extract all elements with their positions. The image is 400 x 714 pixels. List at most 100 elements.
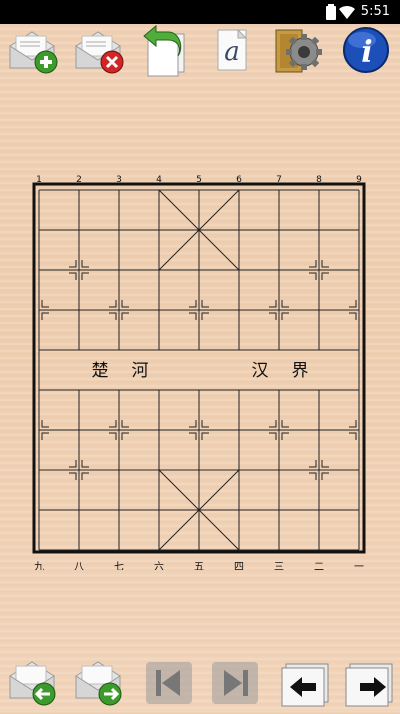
position-mark <box>41 432 49 440</box>
file-label-bottom: 六 <box>154 561 164 570</box>
letter-a-icon: a <box>217 28 248 71</box>
position-mark <box>41 300 49 308</box>
arrow-right-icon <box>345 663 393 707</box>
skip-last-icon <box>212 662 258 704</box>
file-label-bottom: 七 <box>114 561 124 570</box>
close-game-button[interactable] <box>70 24 130 80</box>
file-label-top: 2 <box>76 175 82 185</box>
position-mark <box>281 420 289 428</box>
position-mark <box>81 260 89 268</box>
file-label-top: 9 <box>356 175 362 185</box>
file-label-top: 4 <box>156 175 162 185</box>
top-toolbar: a i <box>0 24 400 80</box>
position-mark <box>201 420 209 428</box>
undo-arrow-icon <box>143 24 185 77</box>
position-mark <box>281 300 289 308</box>
position-mark <box>189 432 197 440</box>
step-back-button[interactable] <box>276 656 336 710</box>
file-label-bottom: 三 <box>274 562 284 570</box>
envelope-x-icon <box>75 31 124 74</box>
skip-first-icon <box>146 662 192 704</box>
file-label-bottom: 二 <box>314 562 324 570</box>
position-mark <box>309 272 317 280</box>
file-label-top: 3 <box>116 175 122 185</box>
position-mark <box>309 460 317 468</box>
envelope-plus-icon <box>9 31 58 74</box>
file-label-top: 6 <box>236 175 242 185</box>
river-label: 汉 <box>252 361 269 381</box>
position-mark <box>41 312 49 320</box>
file-label-bottom: 五 <box>194 562 204 570</box>
position-mark <box>121 312 129 320</box>
position-mark <box>189 300 197 308</box>
position-mark <box>321 460 329 468</box>
position-mark <box>309 260 317 268</box>
position-mark <box>269 420 277 428</box>
file-label-bottom: 九 <box>34 561 44 570</box>
wifi-icon <box>339 5 355 19</box>
arrow-left-icon <box>281 663 329 707</box>
position-mark <box>269 300 277 308</box>
position-mark <box>121 432 129 440</box>
svg-text:a: a <box>224 37 240 67</box>
svg-text:i: i <box>361 35 372 70</box>
board-grid[interactable]: 1 2 3 4 5 6 7 8 9 九 八 七 六 五 四 三 二 一 楚 河 汉 界 <box>0 170 400 570</box>
bottom-toolbar <box>0 656 400 710</box>
position-mark <box>121 420 129 428</box>
file-label-bottom: 四 <box>234 562 244 570</box>
position-mark <box>69 260 77 268</box>
file-label-top: 1 <box>36 175 42 185</box>
first-move-button[interactable] <box>140 656 200 710</box>
font-button[interactable]: a <box>204 24 264 80</box>
status-bar: 5:51 <box>0 0 400 24</box>
battery-icon <box>326 4 336 20</box>
position-mark <box>349 312 357 320</box>
new-game-button[interactable] <box>4 24 64 80</box>
river-label: 界 <box>292 361 309 381</box>
status-time: 5:51 <box>360 4 390 19</box>
file-label-top: 7 <box>276 175 282 185</box>
position-mark <box>121 300 129 308</box>
file-label-bottom: 一 <box>354 562 364 570</box>
envelope-right-arrow-icon <box>75 661 122 706</box>
position-mark <box>321 272 329 280</box>
envelope-left-arrow-icon <box>9 661 56 706</box>
position-mark <box>81 472 89 480</box>
position-mark <box>109 432 117 440</box>
position-mark <box>321 472 329 480</box>
prev-move-button[interactable] <box>4 656 64 710</box>
position-mark <box>69 272 77 280</box>
position-mark <box>309 472 317 480</box>
position-mark <box>269 312 277 320</box>
info-button[interactable]: i <box>336 24 396 80</box>
last-move-button[interactable] <box>206 656 266 710</box>
river-label: 河 <box>132 361 149 381</box>
position-mark <box>41 420 49 428</box>
file-label-top: 5 <box>196 175 202 185</box>
position-mark <box>349 420 357 428</box>
file-label-bottom: 八 <box>74 562 84 570</box>
position-mark <box>189 420 197 428</box>
position-mark <box>81 460 89 468</box>
xiangqi-board[interactable]: 1 2 3 4 5 6 7 8 9 九 八 七 六 五 四 三 二 一 楚 河 汉 界 <box>0 170 400 570</box>
position-mark <box>109 300 117 308</box>
gear-icon <box>275 29 322 73</box>
next-move-button[interactable] <box>70 656 130 710</box>
position-mark <box>349 432 357 440</box>
position-mark <box>81 272 89 280</box>
position-mark <box>201 300 209 308</box>
river-label: 楚 <box>92 361 109 381</box>
position-mark <box>201 432 209 440</box>
position-mark <box>109 420 117 428</box>
position-mark <box>349 300 357 308</box>
position-mark <box>269 432 277 440</box>
position-mark <box>189 312 197 320</box>
file-label-top: 8 <box>316 175 322 185</box>
position-mark <box>321 260 329 268</box>
position-mark <box>69 460 77 468</box>
position-mark <box>281 312 289 320</box>
step-forward-button[interactable] <box>340 656 400 710</box>
position-mark <box>201 312 209 320</box>
undo-button[interactable] <box>138 24 198 80</box>
settings-button[interactable] <box>270 24 330 80</box>
